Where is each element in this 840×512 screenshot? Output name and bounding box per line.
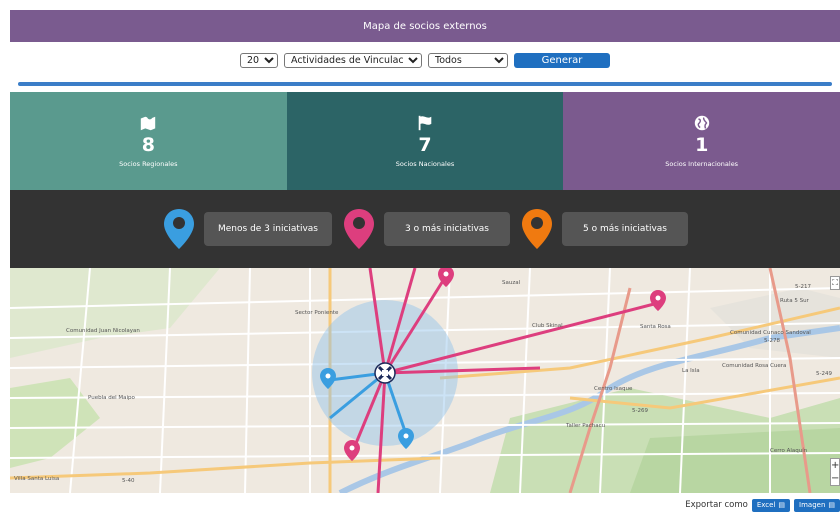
map-label: La Isla [682,368,700,374]
stat-regional: 8 Socios Regionales [10,92,287,190]
stat-national-label: Socios Nacionales [395,160,455,168]
map-label: Sauzal [502,280,521,286]
map-tiles [10,268,840,493]
legend-item-high: 5 o más iniciativas [520,207,688,251]
map-label: Puebla del Maipo [88,395,135,401]
stat-international: 1 Socios Internacionales [563,92,840,190]
generate-button[interactable]: Generar [514,52,610,68]
excel-button-label: Excel [756,501,776,509]
road-label: Ruta 5 Sur [780,298,809,304]
panel-title: Mapa de socios externos [10,10,840,42]
stat-international-value: 1 [695,134,709,156]
export-label: Exportar como [685,500,748,510]
road-label: 5-217 [795,284,811,290]
image-button-label: Imagen [799,501,826,509]
map-label: Comunidad Rosa Cuera [722,363,787,369]
map-panel: Mapa de socios externos 2024 Actividades… [10,10,840,512]
stat-international-label: Socios Internacionales [665,160,739,168]
scope-select[interactable]: Todos [428,52,508,68]
year-select[interactable]: 2024 [240,52,278,68]
export-excel-button[interactable]: Excel ▤ [751,498,791,512]
stat-national-value: 7 [418,134,432,156]
map-label: Club Skinal [532,323,563,329]
export-image-button[interactable]: Imagen ▤ [794,498,840,512]
activity-type-select[interactable]: Actividades de Vinculación [284,52,422,68]
road-label: 5-249 [816,371,832,377]
legend-label-mid: 3 o más iniciativas [384,212,510,246]
zoom-out-button[interactable]: − [831,472,839,485]
excel-file-icon: ▤ [778,501,786,509]
road-label: 5-269 [632,408,648,414]
stat-regional-value: 8 [141,134,155,156]
legend-item-mid: 3 o más iniciativas [342,207,510,251]
stats-row: 8 Socios Regionales 7 Socios Nacionales … [10,92,840,190]
blue-marker-icon [164,209,194,249]
image-file-icon: ▤ [828,501,835,509]
stat-national: 7 Socios Nacionales [286,92,564,190]
zoom-controls: + − [830,458,840,486]
globe-icon [694,115,709,131]
map-label: Centro Isaque [594,386,633,392]
legend-label-high: 5 o más iniciativas [562,212,688,246]
map-label: Santa Rosa [640,324,671,330]
map-label: Comunidad Cunaco Sandoval [730,330,811,336]
road-label: 5-40 [122,478,135,484]
map-label: Cerro Alaquín [770,448,808,454]
legend-item-low: Menos de 3 iniciativas [162,207,332,251]
export-bar: Exportar como Excel ▤ Imagen ▤ [685,498,840,512]
flag-icon [418,115,432,131]
road-label: 5-278 [764,338,780,344]
loading-progress-bar [18,82,832,86]
fullscreen-button[interactable]: ⛶ [830,276,840,290]
map-label: Villa Santa Luisa [14,476,60,482]
legend-label-low: Menos de 3 iniciativas [204,212,332,246]
map-label: Sector Poniente [295,310,339,316]
university-logo-marker[interactable] [374,362,396,384]
filter-bar: 2024 Actividades de Vinculación Todos Ge… [10,42,840,78]
orange-marker-icon [522,209,552,249]
map-label: Comunidad Juan Nicolayan [66,328,140,334]
map-canvas[interactable]: Sector Poniente Comunidad Juan Nicolayan… [10,268,840,493]
marker-legend: Menos de 3 iniciativas 3 o más iniciativ… [10,190,840,268]
pink-marker-icon [344,209,374,249]
stat-regional-label: Socios Regionales [119,160,178,168]
map-icon [141,114,156,131]
panel-title-text: Mapa de socios externos [363,20,487,32]
map-label: Taller Pachacu [566,423,606,429]
zoom-in-button[interactable]: + [831,459,839,472]
